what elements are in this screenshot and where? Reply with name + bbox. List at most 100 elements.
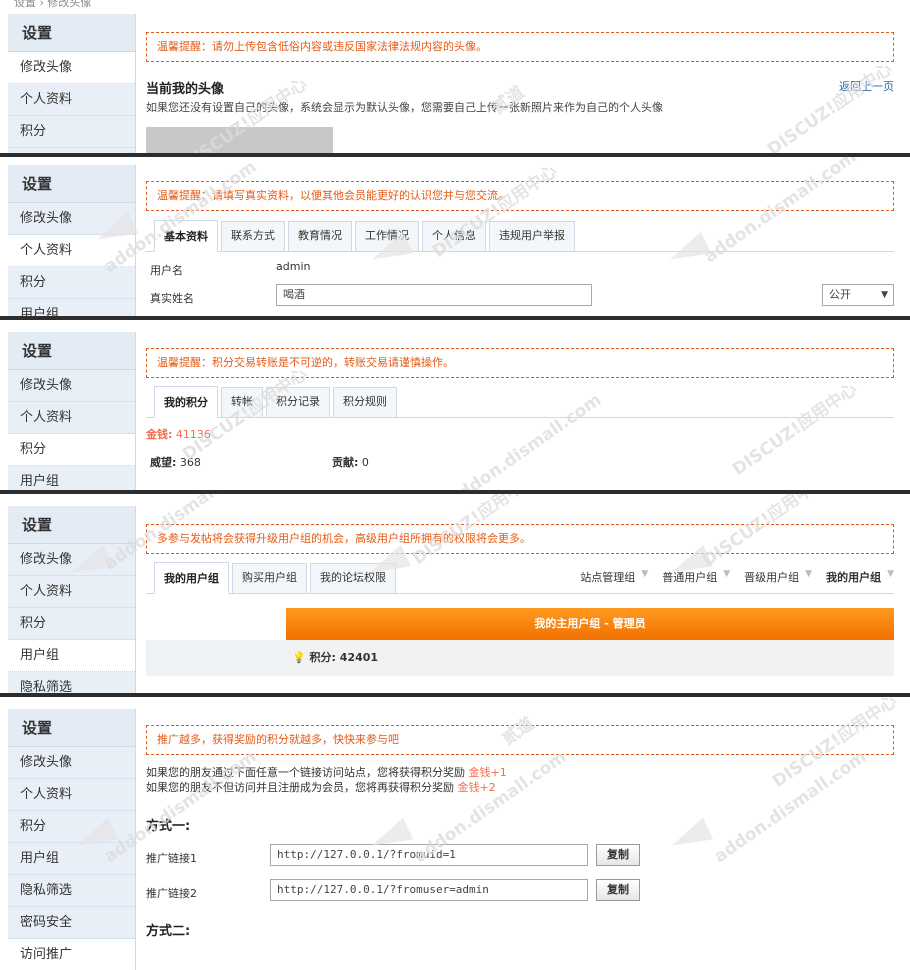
contribution-value: 0 (361, 456, 369, 469)
group-table-spacer (146, 608, 286, 640)
sidebar-item-password[interactable]: 密码安全 (8, 907, 135, 939)
filter-my-groups[interactable]: 我的用户组 (826, 569, 881, 585)
copy-link1-button[interactable]: 复制 (596, 844, 640, 866)
tab-my-credits[interactable]: 我的积分 (154, 386, 218, 418)
tab-basic[interactable]: 基本资料 (154, 220, 218, 252)
privacy-select-value: 公开 (829, 288, 851, 301)
tab-forum-permissions[interactable]: 我的论坛权限 (310, 563, 396, 593)
sidebar-item-profile[interactable]: 个人资料 (8, 84, 135, 116)
sidebar-item-avatar[interactable]: 修改头像 (8, 52, 135, 84)
sidebar-item-profile[interactable]: 个人资料 (8, 402, 135, 434)
notice: 温馨提醒：积分交易转账是不可逆的，转账交易请谨慎操作。 (146, 348, 894, 378)
sidebar-title: 设置 (8, 165, 135, 203)
tab-my-usergroup[interactable]: 我的用户组 (154, 562, 229, 594)
notice: 温馨提醒：请填写真实资料，以便其他会员能更好的认识您并与您交流。 (146, 181, 894, 211)
sidebar-item-credits[interactable]: 积分 (8, 811, 135, 843)
sidebar-item-profile[interactable]: 个人资料 (8, 779, 135, 811)
sidebar: 设置 修改头像 个人资料 积分 用户组 隐私筛选 (8, 506, 136, 693)
tab-credit-rules[interactable]: 积分规则 (333, 387, 397, 417)
dropdown-arrow-icon: ▼ (881, 290, 888, 300)
sidebar-item-avatar[interactable]: 修改头像 (8, 203, 135, 235)
sidebar-item-profile[interactable]: 个人资料 (8, 235, 135, 267)
chevron-down-icon: ▼ (641, 569, 649, 579)
group-table-left-cell (146, 640, 286, 676)
lightbulb-icon: 💡 (292, 651, 306, 664)
filter-promoted-groups[interactable]: 晋级用户组 (744, 569, 799, 585)
sidebar: 设置 修改头像 个人资料 积分 用户组 (8, 332, 136, 490)
sidebar-item-credits[interactable]: 积分 (8, 267, 135, 299)
username-value: admin (276, 260, 311, 273)
sidebar-title: 设置 (8, 14, 135, 52)
tab-contact[interactable]: 联系方式 (221, 221, 285, 251)
notice: 推广越多，获得奖励的积分就越多，快快来参与吧 (146, 725, 894, 755)
sidebar: 设置 修改头像 个人资料 积分 用户组 (8, 165, 136, 316)
reward-register: 金钱+2 (457, 781, 496, 794)
sidebar-item-privacy[interactable]: 隐私筛选 (8, 875, 135, 907)
username-label: 用户名 (150, 264, 183, 277)
money-label: 金钱: (146, 428, 173, 441)
link1-label: 推广链接1 (146, 852, 197, 865)
tab-education[interactable]: 教育情况 (288, 221, 352, 251)
tab-buy-usergroup[interactable]: 购买用户组 (232, 563, 307, 593)
filter-admin-groups[interactable]: 站点管理组 (580, 569, 635, 585)
panel-profile: 设置 修改头像 个人资料 积分 用户组 温馨提醒：请填写真实资料，以便其他会员能… (0, 157, 910, 316)
sidebar-item-credits[interactable]: 积分 (8, 608, 135, 640)
promotion-info-text: 如果您的朋友不但访问并且注册成为会员，您将再获得积分奖励 (146, 781, 454, 794)
sidebar-item-promotion[interactable]: 访问推广 (8, 939, 135, 970)
sidebar: 设置 修改头像 个人资料 积分 (8, 14, 136, 153)
sidebar-item-privacy[interactable]: 隐私筛选 (8, 672, 135, 693)
breadcrumb: 设置 › 修改头像 (14, 0, 92, 9)
avatar-description: 如果您还没有设置自己的头像，系统会显示为默认头像，您需要自己上传一张新照片来作为… (146, 101, 663, 114)
chevron-down-icon: ▼ (887, 569, 894, 579)
promotion-info-text: 如果您的朋友通过下面任意一个链接访问站点，您将获得积分奖励 (146, 766, 465, 779)
chevron-down-icon: ▼ (723, 569, 731, 579)
group-filter-bar: 站点管理组 ▼ 普通用户组 ▼ 晋级用户组 ▼ 我的用户组 ▼ (580, 569, 894, 585)
avatar-preview (146, 127, 333, 153)
sidebar: 设置 修改头像 个人资料 积分 用户组 隐私筛选 密码安全 访问推广 (8, 709, 136, 970)
realname-input[interactable]: 喝酒 (276, 284, 592, 306)
copy-link2-button[interactable]: 复制 (596, 879, 640, 901)
credits-value: 42401 (339, 651, 379, 664)
tab-personal[interactable]: 个人信息 (422, 221, 486, 251)
prestige-label: 威望: (150, 456, 177, 469)
sidebar-item-avatar[interactable]: 修改头像 (8, 747, 135, 779)
link2-label: 推广链接2 (146, 887, 197, 900)
sidebar-item-usergroup[interactable]: 用户组 (8, 640, 135, 672)
back-link[interactable]: 返回上一页 (839, 78, 894, 94)
tab-bar: 基本资料 联系方式 教育情况 工作情况 个人信息 违规用户举报 (146, 220, 894, 252)
sidebar-item-usergroup[interactable]: 用户组 (8, 299, 135, 316)
sidebar-item-usergroup[interactable]: 用户组 (8, 843, 135, 875)
credits-label: 积分: (309, 651, 336, 664)
sidebar-item-credits[interactable]: 积分 (8, 116, 135, 148)
realname-label: 真实姓名 (150, 292, 194, 305)
contribution-label: 贡献: (332, 456, 359, 469)
prestige-value: 368 (179, 456, 201, 469)
panel-usergroup: 设置 修改头像 个人资料 积分 用户组 隐私筛选 多参与发帖将会获得升级用户组的… (0, 494, 910, 693)
tab-bar: 我的积分 转帐 积分记录 积分规则 (146, 386, 894, 418)
link2-input[interactable]: http://127.0.0.1/?fromuser=admin (270, 879, 588, 901)
tab-credit-log[interactable]: 积分记录 (266, 387, 330, 417)
reward-visit: 金钱+1 (468, 766, 507, 779)
page-title: 当前我的头像 (146, 82, 225, 97)
filter-normal-groups[interactable]: 普通用户组 (662, 569, 717, 585)
notice: 多参与发帖将会获得升级用户组的机会，高级用户组所拥有的权限将会更多。 (146, 524, 894, 554)
money-value: 41136 (175, 428, 211, 441)
tab-bar: 我的用户组 购买用户组 我的论坛权限 站点管理组 ▼ 普通用户组 ▼ 晋级用户组… (146, 562, 894, 594)
panel-avatar: 设置 › 修改头像 设置 修改头像 个人资料 积分 温馨提醒：请勿上传包含低俗内… (0, 0, 910, 153)
sidebar-item-profile[interactable]: 个人资料 (8, 576, 135, 608)
tab-work[interactable]: 工作情况 (355, 221, 419, 251)
privacy-select[interactable]: 公开 ▼ (822, 284, 894, 306)
tab-transfer[interactable]: 转帐 (221, 387, 263, 417)
sidebar-title: 设置 (8, 332, 135, 370)
sidebar-item-avatar[interactable]: 修改头像 (8, 544, 135, 576)
sidebar-item-credits[interactable]: 积分 (8, 434, 135, 466)
tab-report[interactable]: 违规用户举报 (489, 221, 575, 251)
promotion-info-line-1: 如果您的朋友通过下面任意一个链接访问站点，您将获得积分奖励 金钱+1 (146, 765, 894, 780)
method-2-heading: 方式二: (146, 924, 191, 939)
panel-credits: 设置 修改头像 个人资料 积分 用户组 温馨提醒：积分交易转账是不可逆的，转账交… (0, 320, 910, 490)
method-1-heading: 方式一: (146, 819, 191, 834)
sidebar-item-avatar[interactable]: 修改头像 (8, 370, 135, 402)
promotion-info-line-2: 如果您的朋友不但访问并且注册成为会员，您将再获得积分奖励 金钱+2 (146, 780, 894, 795)
link1-input[interactable]: http://127.0.0.1/?fromuid=1 (270, 844, 588, 866)
sidebar-item-usergroup[interactable]: 用户组 (8, 466, 135, 490)
